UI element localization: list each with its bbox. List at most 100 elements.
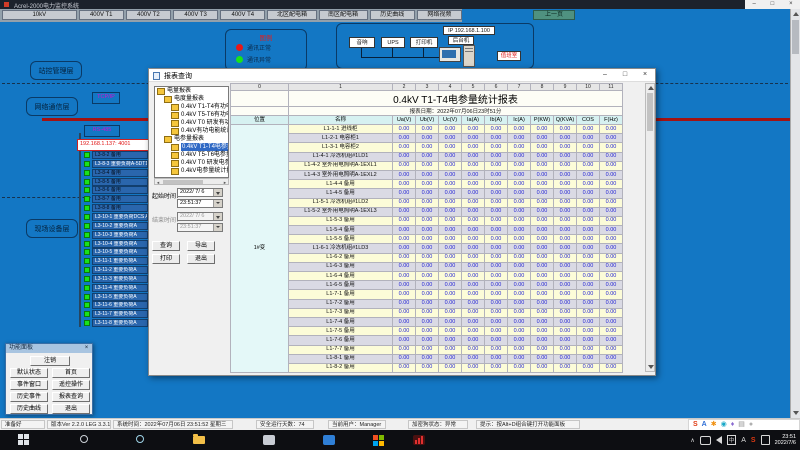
tab-8[interactable]: 历史曲线 (370, 10, 415, 20)
tab-9[interactable]: 网络视频 (417, 10, 462, 20)
tree-item[interactable]: 0.4kV T5-T6有功电能统 (155, 111, 228, 119)
ime-a-icon[interactable]: A (741, 437, 746, 444)
user-icon[interactable]: ● (749, 420, 753, 430)
feeder-item[interactable]: L3-10-3 重要负荷A (92, 231, 148, 239)
scroll-up-icon[interactable] (648, 86, 654, 90)
chat-icon[interactable] (700, 436, 711, 445)
feeder-item[interactable]: L3-11-4 重要负荷A (92, 284, 148, 292)
default-state-button[interactable]: 默认状态 (10, 368, 48, 378)
tree-item[interactable]: 0.4kV T1-T4有功电能统 (155, 103, 228, 111)
blue-app-icon[interactable] (323, 434, 336, 446)
dialog-titlebar[interactable]: 报表查询 – □ × (149, 69, 655, 82)
scroll-down-icon[interactable] (793, 411, 799, 415)
scroll-thumb[interactable] (792, 20, 799, 54)
dropdown-icon[interactable] (213, 189, 222, 196)
speaker-icon[interactable] (716, 436, 722, 444)
tree-item[interactable]: 0.4kV电参量统计报表 (155, 167, 228, 175)
chevron-up-icon[interactable]: ∧ (690, 437, 694, 444)
tree-item-label[interactable]: 0.4kV电参量统计报表 (181, 167, 229, 175)
tree-item[interactable]: 0.4kV T1-T4电参量统计 (155, 143, 228, 151)
ime-a-icon[interactable]: A (702, 420, 707, 430)
app-vertical-scrollbar[interactable] (790, 9, 800, 418)
tree-item-label[interactable]: 电参量报表 (174, 135, 204, 143)
paint-app-icon[interactable] (263, 434, 276, 446)
dialog-close-icon[interactable]: × (635, 69, 655, 82)
tree-item[interactable]: 电参量报表 (155, 135, 228, 143)
feeder-item[interactable]: L3-8-8 备用 (92, 204, 148, 212)
print-button[interactable]: 打印 (152, 254, 180, 264)
minimize-icon[interactable]: – (745, 0, 763, 9)
clipboard-icon[interactable]: ▤ (738, 420, 745, 430)
feeder-item[interactable]: L3-11-8 重要负荷A (92, 319, 148, 327)
feeder-item[interactable]: L3-11-2 重要负荷A (92, 266, 148, 274)
report-tree[interactable]: 电量报表电度量报表0.4kV T1-T4有功电能统0.4kV T5-T6有功电能… (154, 86, 229, 178)
feeder-item[interactable]: L3-11-6 重要负荷A (92, 301, 148, 309)
spinner-icon[interactable] (213, 224, 222, 231)
feeder-item[interactable]: L3-10-5 重要负荷A (92, 248, 148, 256)
tree-item[interactable]: 0.4kV T5-T6电参量统计 (155, 151, 228, 159)
feeder-item[interactable]: L3-11-1 重要负荷A (92, 257, 148, 265)
table-vscrollbar[interactable] (645, 83, 655, 372)
feeder-item[interactable]: L3-8-2 备用 (92, 151, 148, 159)
feeder-item[interactable]: L3-8-6 备用 (92, 186, 148, 194)
scroll-down-icon[interactable] (648, 365, 654, 369)
end-time-spinner[interactable]: 23:51:37 (177, 223, 223, 232)
tree-hscrollbar[interactable]: ◄ ► (154, 178, 229, 185)
start-time-spinner[interactable]: 23:51:37 (177, 199, 223, 208)
maximize-icon[interactable]: □ (763, 0, 781, 9)
file-explorer-icon[interactable] (193, 434, 206, 446)
history-events-button[interactable]: 历史事件 (10, 392, 48, 402)
feeder-item[interactable]: L3-10-2 重要负荷A (92, 222, 148, 230)
tree-item[interactable]: 0.4kV有功电能统计报表 (155, 127, 228, 135)
scroll-right-icon[interactable]: ► (223, 180, 227, 185)
scroll-up-icon[interactable] (793, 12, 799, 16)
cortana-icon[interactable] (136, 434, 149, 446)
tab-4[interactable]: 400V T3 (173, 10, 218, 20)
close-icon[interactable]: × (82, 344, 91, 353)
start-date-combobox[interactable]: 2022/ 7/ 6 (177, 188, 223, 197)
query-button[interactable]: 查询 (152, 241, 180, 251)
scroll-thumb[interactable] (647, 93, 653, 131)
start-icon[interactable] (18, 434, 31, 446)
tree-item-label[interactable]: 0.4kV T1-T4电参量统计 (181, 143, 229, 151)
tree-item[interactable]: 电度量报表 (155, 95, 228, 103)
close-icon[interactable]: × (782, 0, 800, 9)
tree-item-label[interactable]: 0.4kV T5-T6有功电能统 (181, 111, 229, 119)
tree-item-label[interactable]: 0.4kV T1-T4有功电能统 (181, 103, 229, 111)
remote-control-button[interactable]: 遥控操作 (52, 380, 90, 390)
exit-button[interactable]: 退出 (52, 404, 90, 414)
event-window-button[interactable]: 事件窗口 (10, 380, 48, 390)
export-button[interactable]: 导出 (187, 241, 215, 251)
tab-1[interactable]: 10kV (2, 10, 77, 20)
scroll-thumb[interactable] (163, 180, 203, 184)
feeder-item[interactable]: L3-8-7 备用 (92, 195, 148, 203)
emoji-icon[interactable]: ◉ (721, 420, 727, 430)
tree-item-label[interactable]: 0.4kV有功电能统计报表 (181, 127, 229, 135)
history-curve-button[interactable]: 历史曲线 (10, 404, 48, 414)
star-icon[interactable]: ✱ (711, 420, 717, 430)
tree-item-label[interactable]: 电度量报表 (174, 95, 204, 103)
logout-button[interactable]: 注销 (30, 356, 70, 366)
tree-item-label[interactable]: 0.4kV T0 研发有功电能 (181, 119, 229, 127)
prev-page-button[interactable]: 上一页 (533, 10, 575, 20)
exit-button[interactable]: 退出 (187, 254, 215, 264)
microsoft-store-icon[interactable] (373, 434, 386, 446)
tab-6[interactable]: 北区配电箱 (267, 10, 316, 20)
report-query-button[interactable]: 报表查询 (52, 392, 90, 402)
feeder-item[interactable]: L3-10-1 重要负荷DCS A (92, 213, 148, 221)
sogou-s-icon[interactable]: S (693, 420, 698, 430)
ime-lang-icon[interactable]: 中 (727, 435, 737, 445)
tree-item[interactable]: 0.4kV T0 研发有功电能 (155, 119, 228, 127)
sogou-s-icon[interactable]: S (751, 437, 756, 444)
scroll-left-icon[interactable]: ◄ (156, 180, 160, 185)
feeder-item[interactable]: L3-11-5 重要负荷A (92, 293, 148, 301)
tree-item-label[interactable]: 电量报表 (167, 87, 191, 95)
dialog-minimize-icon[interactable]: – (595, 69, 615, 82)
tab-7[interactable]: 南区配电箱 (319, 10, 368, 20)
notifications-icon[interactable] (761, 435, 770, 445)
spinner-icon[interactable] (213, 200, 222, 207)
dropdown-icon[interactable] (213, 213, 222, 220)
tree-item[interactable]: 0.4kV T0 研发电参量统 (155, 159, 228, 167)
dialog-maximize-icon[interactable]: □ (615, 69, 635, 82)
tree-item[interactable]: 电量报表 (155, 87, 228, 95)
